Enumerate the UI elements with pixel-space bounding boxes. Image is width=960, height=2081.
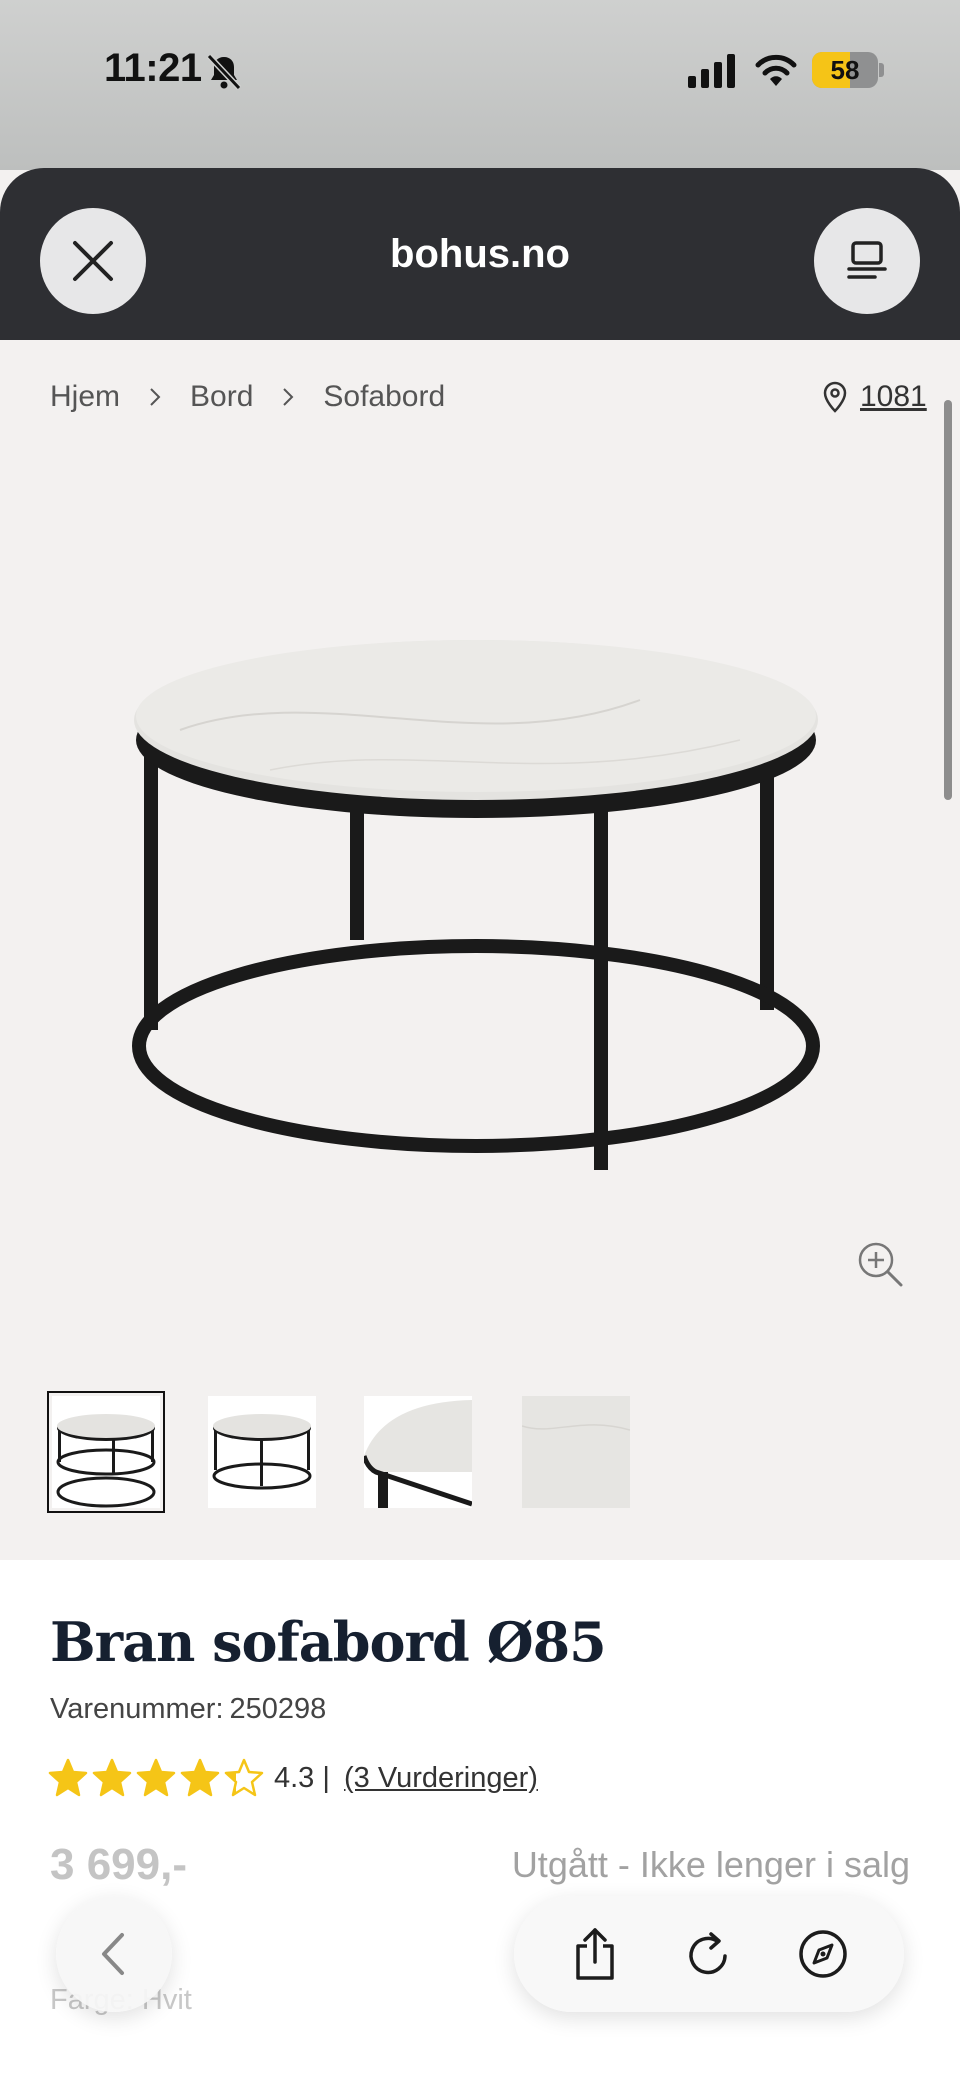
thumbnail-image — [212, 1414, 312, 1490]
thumbnail-4[interactable] — [521, 1396, 631, 1508]
product-price: 3 699,- — [50, 1840, 187, 1889]
battery-level: 58 — [830, 55, 860, 85]
chevron-right-icon — [150, 388, 161, 406]
breadcrumb-item-sofabord[interactable]: Sofabord — [323, 380, 445, 414]
rating-stars — [48, 1758, 264, 1798]
browser-toolbar — [514, 1896, 904, 2012]
rating-separator: | — [322, 1762, 330, 1794]
breadcrumb-item-bord[interactable]: Bord — [190, 380, 253, 414]
cellular-signal-icon — [688, 54, 735, 88]
store-code: 1081 — [860, 380, 927, 413]
chevron-right-icon — [283, 388, 294, 406]
status-bar: 11:21 58 — [0, 0, 960, 170]
star-icon — [180, 1758, 220, 1797]
reviews-link[interactable]: (3 Vurderinger) — [344, 1762, 538, 1794]
wifi-icon — [755, 54, 797, 86]
thumbnail-image — [521, 1396, 631, 1508]
product-sku: Varenummer: 250298 — [50, 1693, 326, 1726]
sku-label: Varenummer: — [50, 1693, 224, 1725]
reload-icon — [689, 1932, 727, 1975]
location-pin-icon — [823, 381, 847, 413]
sku-value: 250298 — [229, 1693, 327, 1725]
thumbnail-image — [56, 1414, 156, 1508]
share-button[interactable] — [567, 1926, 623, 1982]
star-icon — [48, 1758, 88, 1797]
breadcrumb: Hjem Bord Sofabord — [50, 380, 445, 414]
product-image[interactable] — [120, 620, 840, 1190]
zoom-in-icon[interactable] — [856, 1240, 904, 1288]
star-icon — [224, 1758, 264, 1797]
store-selector[interactable]: 1081 — [822, 380, 927, 414]
product-title: Bran sofabord Ø85 — [50, 1610, 607, 1674]
status-time: 11:21 — [104, 46, 202, 90]
chevron-left-icon — [102, 1933, 124, 1975]
back-button[interactable] — [56, 1896, 172, 2012]
availability-status: Utgått - Ikke lenger i salg — [511, 1844, 910, 1885]
star-icon — [92, 1758, 132, 1797]
share-icon — [576, 1928, 614, 1980]
thumbnail-1[interactable] — [47, 1391, 165, 1513]
rating-summary: 4.3 | (3 Vurderinger) — [274, 1762, 538, 1795]
rating-value: 4.3 — [274, 1762, 315, 1794]
compass-icon — [799, 1930, 847, 1978]
silent-bell-icon — [206, 53, 242, 91]
battery-tip — [879, 63, 884, 77]
scrollbar[interactable] — [944, 400, 952, 800]
reader-icon — [847, 241, 887, 279]
thumbnail-3[interactable] — [361, 1396, 473, 1508]
compass-button[interactable] — [795, 1926, 851, 1982]
thumbnail-2[interactable] — [208, 1396, 316, 1508]
reader-mode-button[interactable] — [814, 208, 920, 314]
reload-button[interactable] — [681, 1926, 737, 1982]
breadcrumb-item-hjem[interactable]: Hjem — [50, 380, 120, 414]
thumbnail-image — [361, 1400, 473, 1508]
star-icon — [136, 1758, 176, 1797]
battery-indicator: 58 — [812, 52, 878, 88]
